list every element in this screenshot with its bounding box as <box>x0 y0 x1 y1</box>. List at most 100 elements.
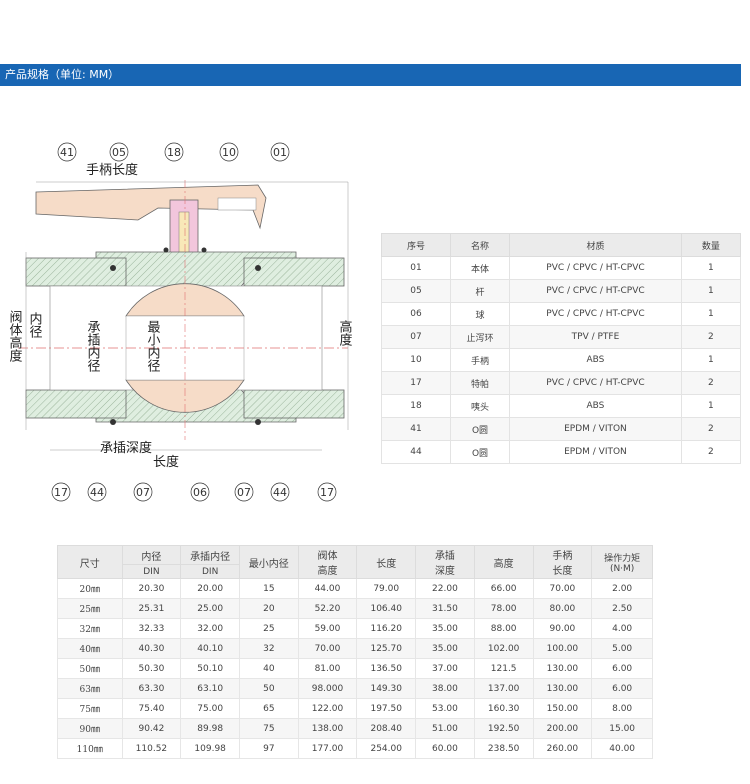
spec-row-cell: 32.33 <box>121 618 182 639</box>
parts-header-qty: 数量 <box>680 233 742 257</box>
callouts-bottom: 17 44 07 06 07 44 17 <box>51 482 337 502</box>
parts-row-cell: 1 <box>680 348 742 372</box>
spec-row-cell: 98.000 <box>297 678 358 699</box>
parts-row-cell: 2 <box>680 371 742 395</box>
spec-row-cell: 192.50 <box>473 718 534 739</box>
spec-header-height: 高度 <box>473 545 534 579</box>
parts-row-cell: PVC / CPVC / HT-CPVC <box>509 279 682 303</box>
spec-row-cell: 260.00 <box>532 738 593 759</box>
spec-row-cell: 25 <box>239 618 299 639</box>
spec-row-cell: 31.50 <box>415 598 475 619</box>
spec-header-socket-inner-diameter: 承插内径 <box>180 544 241 566</box>
parts-row-cell: 止泻环 <box>449 325 511 349</box>
spec-row-cell: 37.00 <box>415 658 475 679</box>
parts-row-cell: 杆 <box>449 279 511 303</box>
parts-row-cell: EPDM / VITON <box>509 440 682 464</box>
parts-row: 06 球 PVC / CPVC / HT-CPVC 1 <box>381 302 742 326</box>
spec-row-cell: 66.00 <box>473 578 534 599</box>
spec-row-cell: 2.50 <box>591 598 653 619</box>
spec-row-cell: 75㎜ <box>57 698 123 719</box>
label-valve-body-height: 阀体高度 <box>8 310 22 362</box>
spec-row-cell: 238.50 <box>473 738 534 759</box>
parts-table: 序号 名称 材质 数量 01 本体 PVC / CPVC / HT-CPVC 1 05 杆… <box>381 233 742 464</box>
spec-row-cell: 51.00 <box>415 718 475 739</box>
callout-06: 06 <box>193 486 207 499</box>
spec-row-cell: 20 <box>239 598 299 619</box>
spec-row-cell: 32 <box>239 638 299 659</box>
spec-row-cell: 40.10 <box>180 638 241 659</box>
section-title-bar: 产品规格（单位: MM） <box>0 64 741 86</box>
parts-header-no: 序号 <box>381 233 451 257</box>
spec-row: 75㎜ 75.40 75.00 65 122.00 197.50 53.00 160.30 15… <box>57 698 653 719</box>
spec-row-cell: 25.31 <box>121 598 182 619</box>
spec-row-cell: 40.30 <box>121 638 182 659</box>
spec-row-cell: 15.00 <box>591 718 653 739</box>
spec-row-cell: 160.30 <box>473 698 534 719</box>
spec-row: 63㎜ 63.30 63.10 50 98.000 149.30 38.00 137.00 13… <box>57 678 653 699</box>
spec-row-cell: 40 <box>239 658 299 679</box>
spec-row-cell: 53.00 <box>415 698 475 719</box>
spec-row-cell: 50㎜ <box>57 658 123 679</box>
o-ring <box>110 265 116 271</box>
callout-05: 05 <box>112 146 126 159</box>
spec-row-cell: 89.98 <box>180 718 241 739</box>
spec-row-cell: 106.40 <box>356 598 417 619</box>
parts-row-cell: 10 <box>381 348 451 372</box>
label-socket-inner-diameter: 承插内径 <box>85 320 101 372</box>
spec-row: 50㎜ 50.30 50.10 40 81.00 136.50 37.00 121.5 130.… <box>57 658 653 679</box>
spec-row-cell: 200.00 <box>532 718 593 739</box>
spec-row: 25㎜ 25.31 25.00 20 52.20 106.40 31.50 78.00 80.0… <box>57 598 653 619</box>
spec-header-torque: 操作力矩 (N·M) <box>591 545 653 579</box>
spec-row-cell: 35.00 <box>415 618 475 639</box>
parts-header-row: 序号 名称 材质 数量 <box>381 233 742 257</box>
parts-row-cell: 2 <box>680 325 742 349</box>
spec-row-cell: 97 <box>239 738 299 759</box>
label-handle-length: 手柄长度 <box>86 162 138 178</box>
label-height: 高度 <box>337 319 353 346</box>
spec-row-cell: 130.00 <box>532 678 593 699</box>
spec-row-cell: 15 <box>239 578 299 599</box>
spec-row-cell: 32㎜ <box>57 618 123 639</box>
spec-row-cell: 70.00 <box>297 638 358 659</box>
spec-row-cell: 63㎜ <box>57 678 123 699</box>
spec-header-valve-height: 阀体 高度 <box>297 545 358 579</box>
spec-row-cell: 90.42 <box>121 718 182 739</box>
spec-row-cell: 59.00 <box>297 618 358 639</box>
spec-header-handle-length: 手柄 长度 <box>532 545 593 579</box>
spec-header-length: 长度 <box>356 545 417 579</box>
spec-row-cell: 63.10 <box>180 678 241 699</box>
parts-row: 41 O圆 EPDM / VITON 2 <box>381 417 742 441</box>
spec-header-row-1: 尺寸 内径 承插内径 最小内径 阀体 高度 长度 承插 深度 高度 手柄 长度 … <box>57 544 653 579</box>
parts-row: 17 特帕 PVC / CPVC / HT-CPVC 2 <box>381 371 742 395</box>
o-ring <box>255 419 261 425</box>
right-union-bottom <box>243 389 345 419</box>
label-inner-diameter: 内径 <box>27 311 43 338</box>
parts-row-cell: ABS <box>509 394 682 418</box>
spec-row-cell: 130.00 <box>532 658 593 679</box>
parts-row-cell: 2 <box>680 417 742 441</box>
spec-row-cell: 79.00 <box>356 578 417 599</box>
parts-row-cell: 1 <box>680 394 742 418</box>
spec-row-cell: 22.00 <box>415 578 475 599</box>
spec-row-cell: 50.30 <box>121 658 182 679</box>
spec-row-cell: 20.30 <box>121 578 182 599</box>
spec-row-cell: 32.00 <box>180 618 241 639</box>
spec-row-cell: 109.98 <box>180 738 241 759</box>
spec-row-cell: 80.00 <box>532 598 593 619</box>
spec-row-cell: 100.00 <box>532 638 593 659</box>
spec-row-cell: 65 <box>239 698 299 719</box>
parts-row-cell: TPV / PTFE <box>509 325 682 349</box>
spec-row-cell: 50 <box>239 678 299 699</box>
spec-row: 20㎜ 20.30 20.00 15 44.00 79.00 22.00 66.00 70.00… <box>57 578 653 599</box>
spec-header-min-inner-diameter: 最小内径 <box>239 545 299 579</box>
section-title: 产品规格（单位: MM） <box>5 68 120 81</box>
parts-row-cell: 手柄 <box>449 348 511 372</box>
parts-row-cell: 咦头 <box>449 394 511 418</box>
parts-row-cell: 41 <box>381 417 451 441</box>
spec-row-cell: 20.00 <box>180 578 241 599</box>
valve-drawing: 41 05 18 10 01 17 44 07 06 07 44 17 手柄长度… <box>8 142 353 502</box>
spec-row-cell: 254.00 <box>356 738 417 759</box>
callout-07-left: 07 <box>136 486 150 499</box>
parts-row-cell: 1 <box>680 302 742 326</box>
parts-row-cell: 2 <box>680 440 742 464</box>
